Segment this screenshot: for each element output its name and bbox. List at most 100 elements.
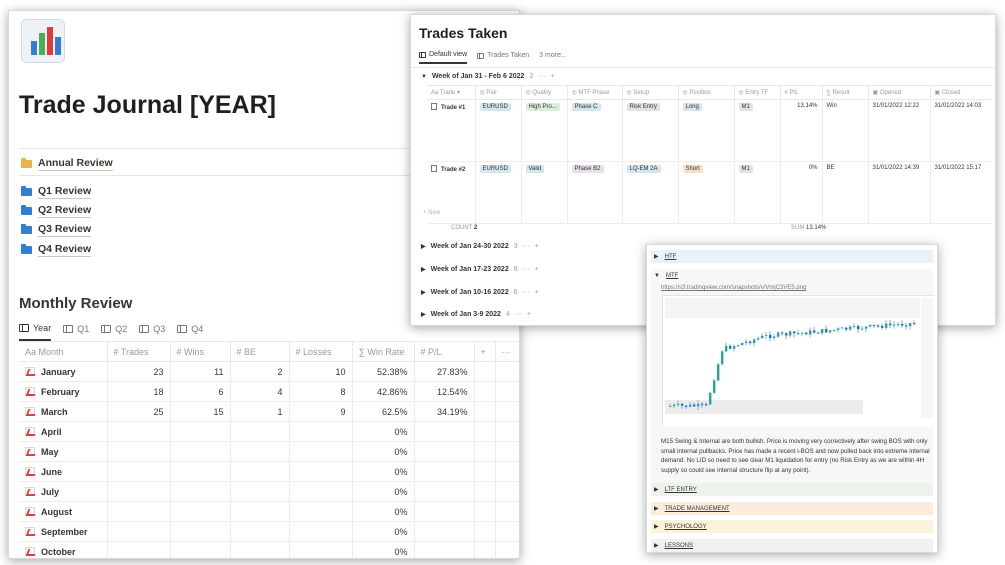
win-rate-cell[interactable]: 0% bbox=[352, 501, 415, 522]
chart-link[interactable]: https://s3.tradingview.com/snapshots/v/V… bbox=[661, 285, 806, 291]
new-row-button[interactable]: + New bbox=[423, 210, 440, 216]
pl-cell[interactable] bbox=[414, 421, 475, 442]
trades-cell[interactable] bbox=[107, 521, 171, 542]
q2-review-link[interactable]: Q2 Review bbox=[21, 204, 92, 218]
trades-cell[interactable]: 18 bbox=[107, 381, 171, 402]
trades-cell[interactable] bbox=[107, 541, 171, 558]
toggle-trade-management[interactable]: ▶ TRADE MANAGEMENT bbox=[651, 502, 933, 515]
toggle-psychology[interactable]: ▶ PSYCHOLOGY bbox=[651, 520, 933, 533]
position-cell[interactable]: Long bbox=[678, 99, 735, 162]
opened-cell[interactable]: 31/01/2022 14:39 bbox=[868, 161, 931, 224]
pl-cell[interactable] bbox=[414, 461, 475, 482]
group-header-collapsed[interactable]: ▶ Week of Jan 3-9 2022 4 ··· + bbox=[421, 311, 531, 318]
table-row[interactable]: March 25 15 1 9 62.5% 34.19% bbox=[19, 401, 519, 422]
tab-year[interactable]: Year bbox=[19, 323, 52, 341]
be-cell[interactable] bbox=[230, 481, 290, 502]
win-rate-cell[interactable]: 0% bbox=[352, 481, 415, 502]
month-cell[interactable]: August bbox=[19, 501, 108, 522]
more-icon[interactable]: ··· bbox=[523, 243, 530, 250]
q1-review-link[interactable]: Q1 Review bbox=[21, 185, 92, 199]
wins-cell[interactable] bbox=[170, 441, 231, 462]
losses-cell[interactable] bbox=[289, 481, 353, 502]
position-cell[interactable]: Short bbox=[678, 161, 735, 224]
add-icon[interactable]: + bbox=[527, 311, 531, 318]
more-icon[interactable]: ··· bbox=[523, 266, 530, 273]
pair-cell[interactable]: EURUSD bbox=[475, 161, 522, 224]
losses-cell[interactable] bbox=[289, 501, 353, 522]
win-rate-cell[interactable]: 0% bbox=[352, 461, 415, 482]
add-icon[interactable]: + bbox=[550, 73, 554, 80]
col-setup[interactable]: ◎ Setup bbox=[622, 85, 679, 100]
pair-cell[interactable]: EURUSD bbox=[475, 99, 522, 162]
table-row[interactable]: Trade #2 EURUSD Valid Phase B2 LQ-EM 2A Short… bbox=[427, 161, 992, 224]
month-cell[interactable]: January bbox=[19, 361, 108, 382]
be-cell[interactable] bbox=[230, 501, 290, 522]
quality-cell[interactable]: Valid bbox=[521, 161, 568, 224]
quality-cell[interactable]: High Pro... bbox=[521, 99, 568, 162]
wins-cell[interactable] bbox=[170, 461, 231, 482]
pl-cell[interactable] bbox=[414, 501, 475, 522]
closed-cell[interactable]: 31/01/2022 15:17 bbox=[930, 161, 992, 224]
setup-cell[interactable]: Risk Entry bbox=[622, 99, 679, 162]
trades-cell[interactable] bbox=[107, 501, 171, 522]
closed-cell[interactable]: 31/01/2022 14:03 bbox=[930, 99, 992, 162]
be-cell[interactable]: 2 bbox=[230, 361, 290, 382]
pl-cell[interactable] bbox=[414, 541, 475, 558]
losses-cell[interactable] bbox=[289, 461, 353, 482]
wins-cell[interactable] bbox=[170, 501, 231, 522]
pl-cell[interactable]: 12.54% bbox=[414, 381, 475, 402]
be-cell[interactable]: 4 bbox=[230, 381, 290, 402]
toggle-lessons[interactable]: ▶ LESSONS bbox=[651, 539, 933, 552]
month-cell[interactable]: February bbox=[19, 381, 108, 402]
setup-cell[interactable]: LQ-EM 2A bbox=[622, 161, 679, 224]
table-row[interactable]: May 0% bbox=[19, 441, 519, 462]
losses-cell[interactable]: 10 bbox=[289, 361, 353, 382]
pl-cell[interactable] bbox=[414, 441, 475, 462]
win-rate-cell[interactable]: 0% bbox=[352, 541, 415, 558]
col-losses[interactable]: # Losses bbox=[289, 341, 353, 362]
month-cell[interactable]: March bbox=[19, 401, 108, 422]
add-icon[interactable]: + bbox=[535, 289, 539, 296]
result-cell[interactable]: Win bbox=[822, 99, 869, 162]
be-cell[interactable] bbox=[230, 541, 290, 558]
trades-cell[interactable] bbox=[107, 481, 171, 502]
phase-cell[interactable]: Phase C bbox=[567, 99, 623, 162]
tab-q4[interactable]: Q4 bbox=[177, 323, 203, 341]
toggle-ltf-entry[interactable]: ▶ LTF ENTRY bbox=[651, 483, 933, 496]
col-position[interactable]: ◎ Position bbox=[678, 85, 735, 100]
trade-cell[interactable]: Trade #1 bbox=[427, 99, 476, 162]
col-pair[interactable]: ◎ Pair bbox=[475, 85, 522, 100]
pl-cell[interactable]: 34.19% bbox=[414, 401, 475, 422]
phase-cell[interactable]: Phase B2 bbox=[567, 161, 623, 224]
month-cell[interactable]: April bbox=[19, 421, 108, 442]
col-trades[interactable]: # Trades bbox=[107, 341, 171, 362]
wins-cell[interactable] bbox=[170, 541, 231, 558]
win-rate-cell[interactable]: 0% bbox=[352, 521, 415, 542]
table-row[interactable]: July 0% bbox=[19, 481, 519, 502]
tab-trades-taken[interactable]: Trades Taken bbox=[477, 51, 529, 64]
col-mtf-phase[interactable]: ◎ MTF Phase bbox=[567, 85, 623, 100]
group-header-collapsed[interactable]: ▶ Week of Jan 10-16 2022 6 ··· + bbox=[421, 289, 539, 296]
be-cell[interactable]: 1 bbox=[230, 401, 290, 422]
col-pl[interactable]: # P/L bbox=[780, 85, 823, 100]
tab-default-view[interactable]: Default view bbox=[419, 51, 468, 64]
pl-cell[interactable]: 0% bbox=[780, 161, 823, 224]
win-rate-cell[interactable]: 0% bbox=[352, 441, 415, 462]
add-column-button[interactable]: + bbox=[474, 341, 496, 362]
tab-q2[interactable]: Q2 bbox=[101, 323, 127, 341]
group-header-open[interactable]: ▼ Week of Jan 31 - Feb 6 2022 2 ··· + bbox=[421, 73, 554, 80]
col-pl[interactable]: # P/L bbox=[414, 341, 475, 362]
table-row[interactable]: January 23 11 2 10 52.38% 27.83% bbox=[19, 361, 519, 382]
be-cell[interactable] bbox=[230, 441, 290, 462]
col-wins[interactable]: # Wins bbox=[170, 341, 231, 362]
toggle-mtf[interactable]: ▼ MTF bbox=[651, 269, 933, 282]
add-icon[interactable]: + bbox=[535, 243, 539, 250]
be-cell[interactable] bbox=[230, 421, 290, 442]
be-cell[interactable] bbox=[230, 521, 290, 542]
trades-cell[interactable] bbox=[107, 421, 171, 442]
month-cell[interactable]: July bbox=[19, 481, 108, 502]
losses-cell[interactable]: 9 bbox=[289, 401, 353, 422]
losses-cell[interactable]: 8 bbox=[289, 381, 353, 402]
table-row[interactable]: June 0% bbox=[19, 461, 519, 482]
opened-cell[interactable]: 31/01/2022 12:22 bbox=[868, 99, 931, 162]
